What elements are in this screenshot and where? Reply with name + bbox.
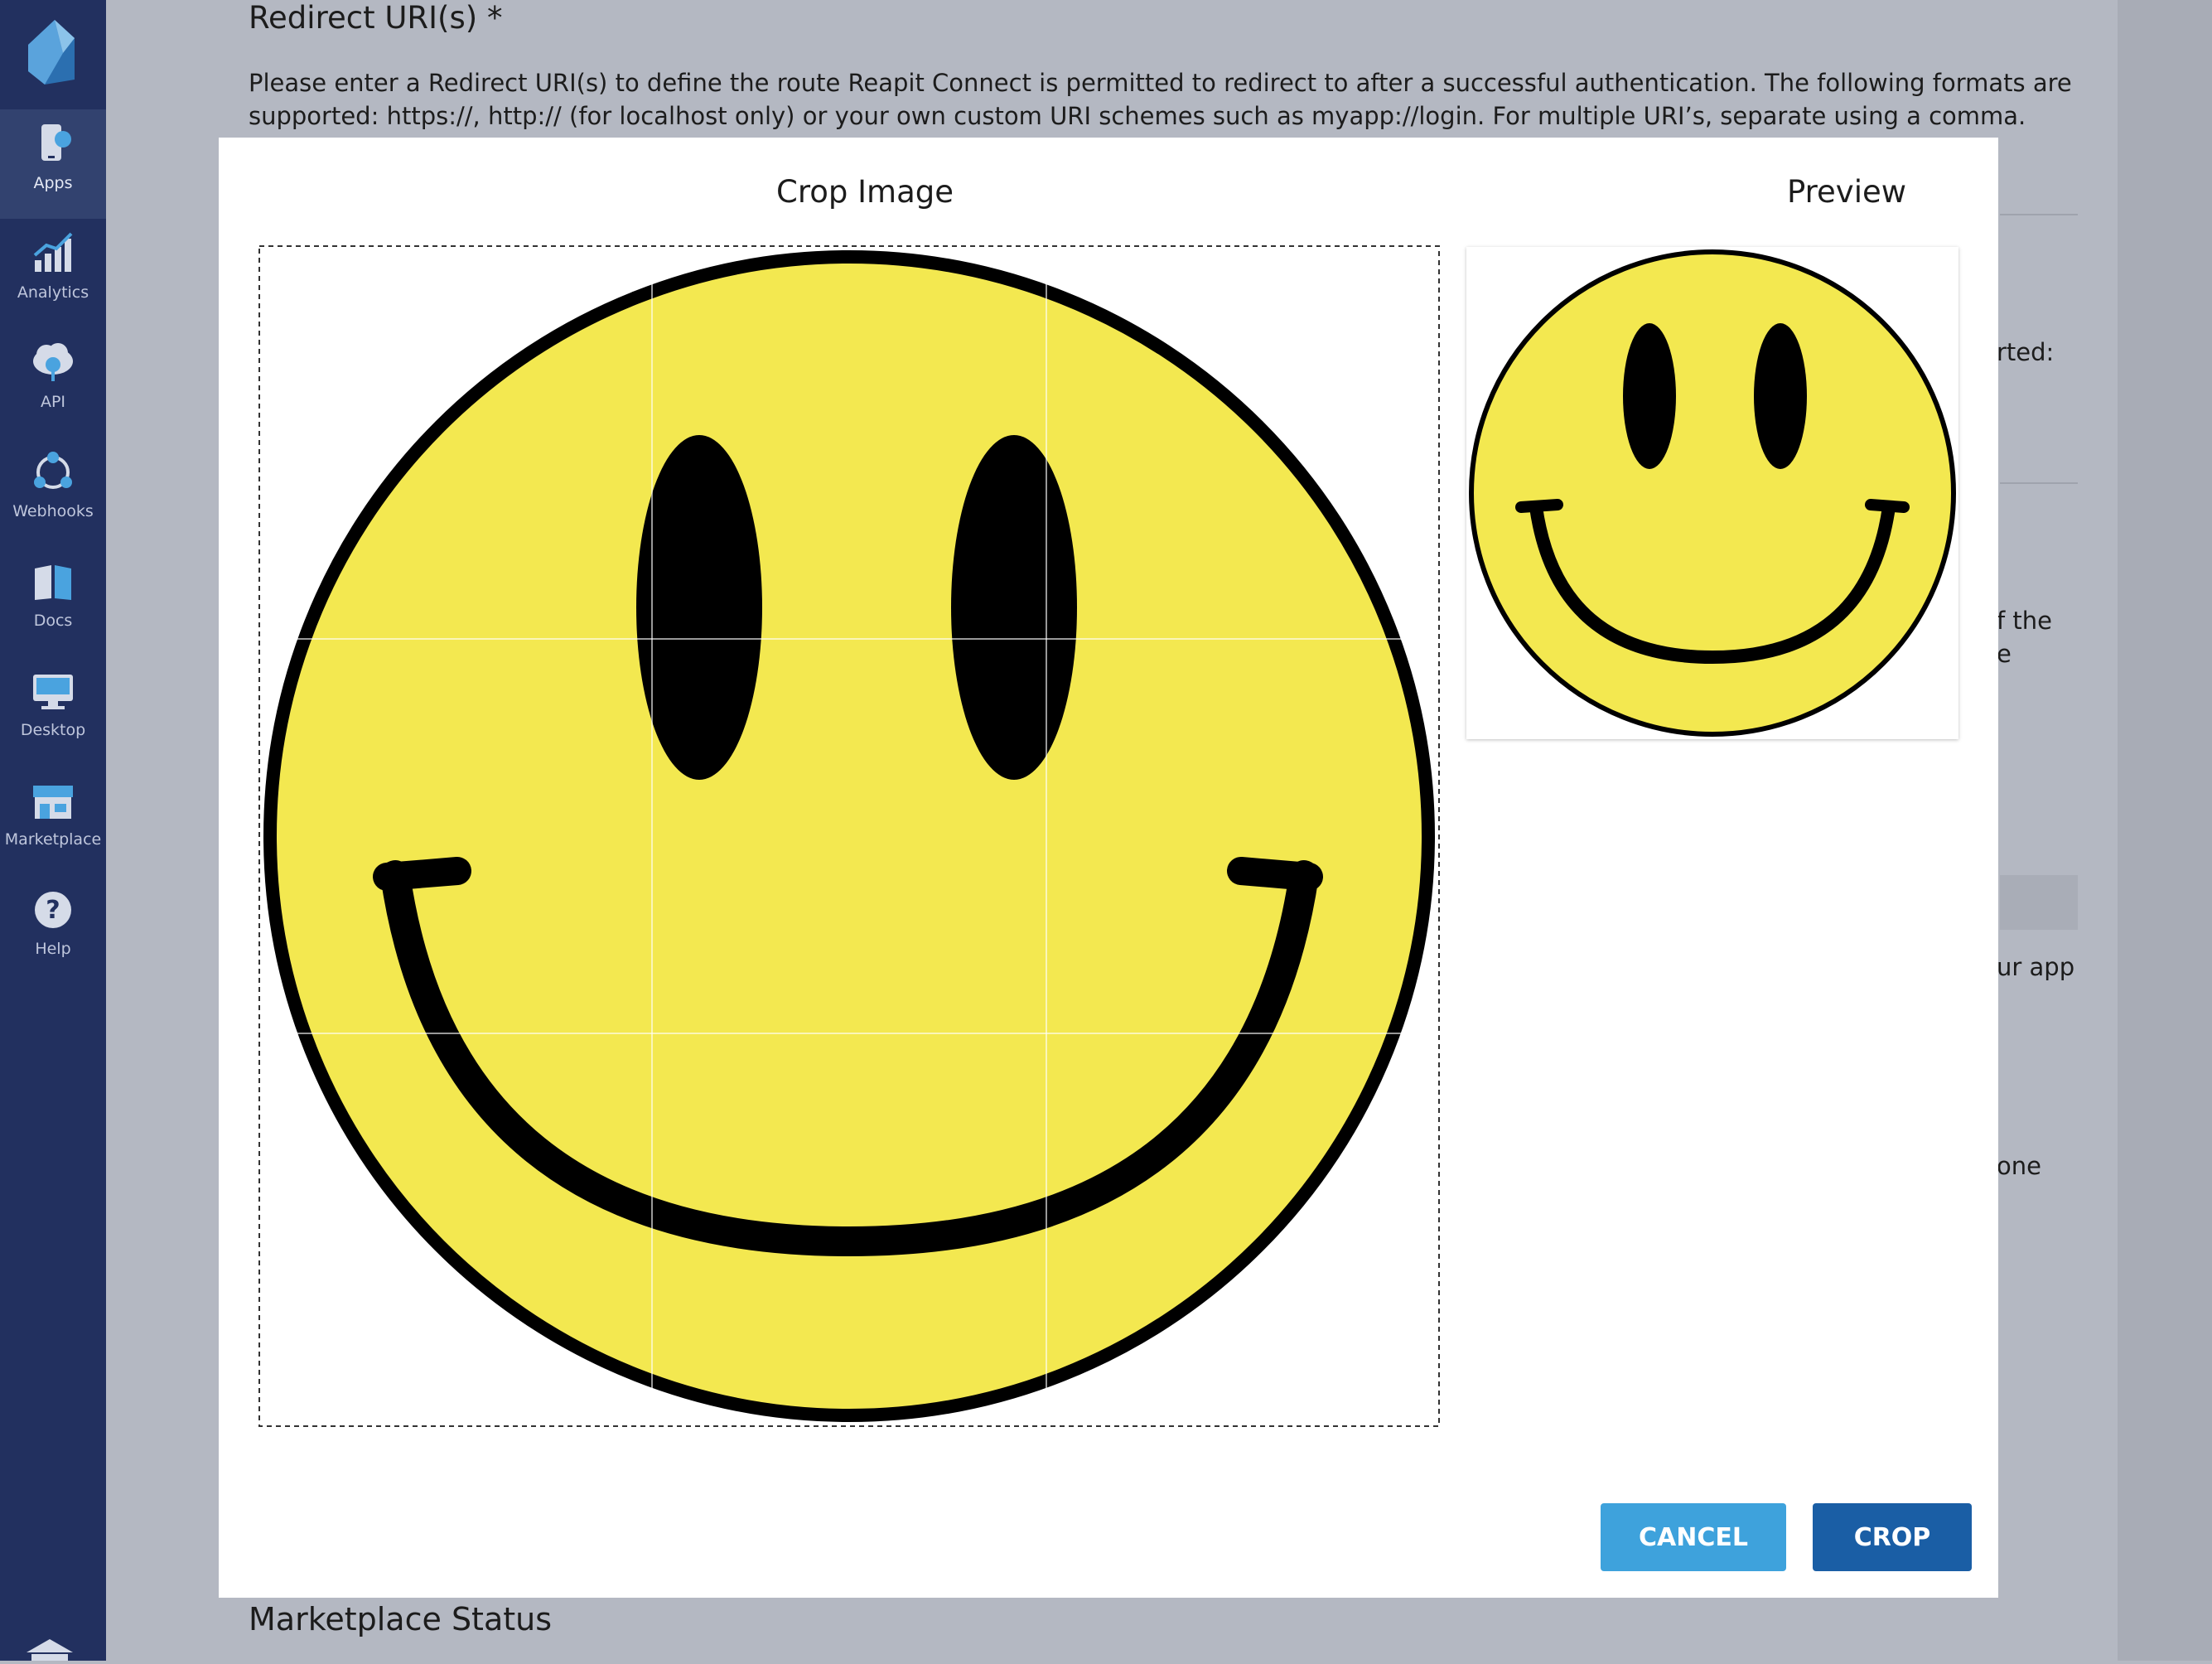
sidebar-item-label: Apps bbox=[33, 174, 73, 192]
background-text-fragment: f the bbox=[1997, 607, 2053, 635]
sidebar-item-label: Marketplace bbox=[4, 830, 102, 849]
sidebar-item-webhooks[interactable]: Webhooks bbox=[0, 438, 106, 547]
background-text-fragment: rted: bbox=[1997, 338, 2055, 366]
background-text-fragment: one bbox=[1997, 1152, 2041, 1180]
sidebar-item-help[interactable]: ? Help bbox=[0, 875, 106, 984]
sidebar-item-desktop[interactable]: Desktop bbox=[0, 656, 106, 766]
background-text-fragment: e bbox=[1997, 640, 2012, 668]
marketplace-store-icon bbox=[30, 777, 76, 824]
sidebar-item-label: Analytics bbox=[17, 283, 89, 302]
preview-title: Preview bbox=[1786, 174, 1907, 210]
sidebar-item-label: API bbox=[40, 393, 66, 411]
preview-image bbox=[1469, 249, 1956, 737]
docs-book-icon bbox=[30, 559, 76, 605]
analytics-icon bbox=[30, 230, 76, 277]
sidebar-item-label: Webhooks bbox=[12, 502, 94, 520]
sidebar-item-apps[interactable]: Apps bbox=[0, 109, 106, 219]
sidebar-item-marketplace[interactable]: Marketplace bbox=[0, 766, 106, 875]
divider bbox=[2000, 482, 2078, 484]
redirect-uri-heading: Redirect URI(s) * bbox=[249, 0, 503, 36]
help-icon: ? bbox=[30, 887, 76, 933]
sidebar: Apps Analytics API Webhooks Docs Desktop bbox=[0, 0, 106, 1661]
apps-icon bbox=[30, 121, 76, 167]
crop-image-title: Crop Image bbox=[776, 174, 954, 210]
sidebar-item-docs[interactable]: Docs bbox=[0, 547, 106, 656]
webhooks-icon bbox=[30, 449, 76, 496]
redirect-uri-description: Please enter a Redirect URI(s) to define… bbox=[249, 69, 2072, 130]
reapit-logo[interactable] bbox=[22, 20, 81, 85]
cancel-button[interactable]: CANCEL bbox=[1601, 1503, 1786, 1571]
background-text-fragment: ur app bbox=[1997, 953, 2075, 981]
crop-area[interactable] bbox=[258, 245, 1440, 1427]
divider bbox=[2000, 214, 2078, 215]
svg-text:?: ? bbox=[46, 896, 60, 925]
marketplace-status-heading: Marketplace Status bbox=[249, 1601, 553, 1637]
crop-button[interactable]: CROP bbox=[1813, 1503, 1972, 1571]
desktop-icon bbox=[30, 668, 76, 714]
smiley-image bbox=[263, 250, 1435, 1422]
preview-box bbox=[1466, 247, 1958, 739]
crop-canvas[interactable] bbox=[258, 245, 1440, 1427]
api-cloud-icon bbox=[30, 340, 76, 386]
sidebar-bottom-icon[interactable] bbox=[27, 1639, 73, 1661]
sidebar-item-label: Help bbox=[35, 940, 71, 958]
sidebar-item-label: Desktop bbox=[20, 721, 86, 739]
form-row-band bbox=[2000, 875, 2078, 930]
sidebar-item-api[interactable]: API bbox=[0, 328, 106, 438]
page-right-strip bbox=[2118, 0, 2212, 1661]
crop-image-modal: Crop Image Preview CANCEL CROP bbox=[219, 138, 1998, 1598]
sidebar-item-analytics[interactable]: Analytics bbox=[0, 219, 106, 328]
sidebar-item-label: Docs bbox=[33, 612, 73, 630]
